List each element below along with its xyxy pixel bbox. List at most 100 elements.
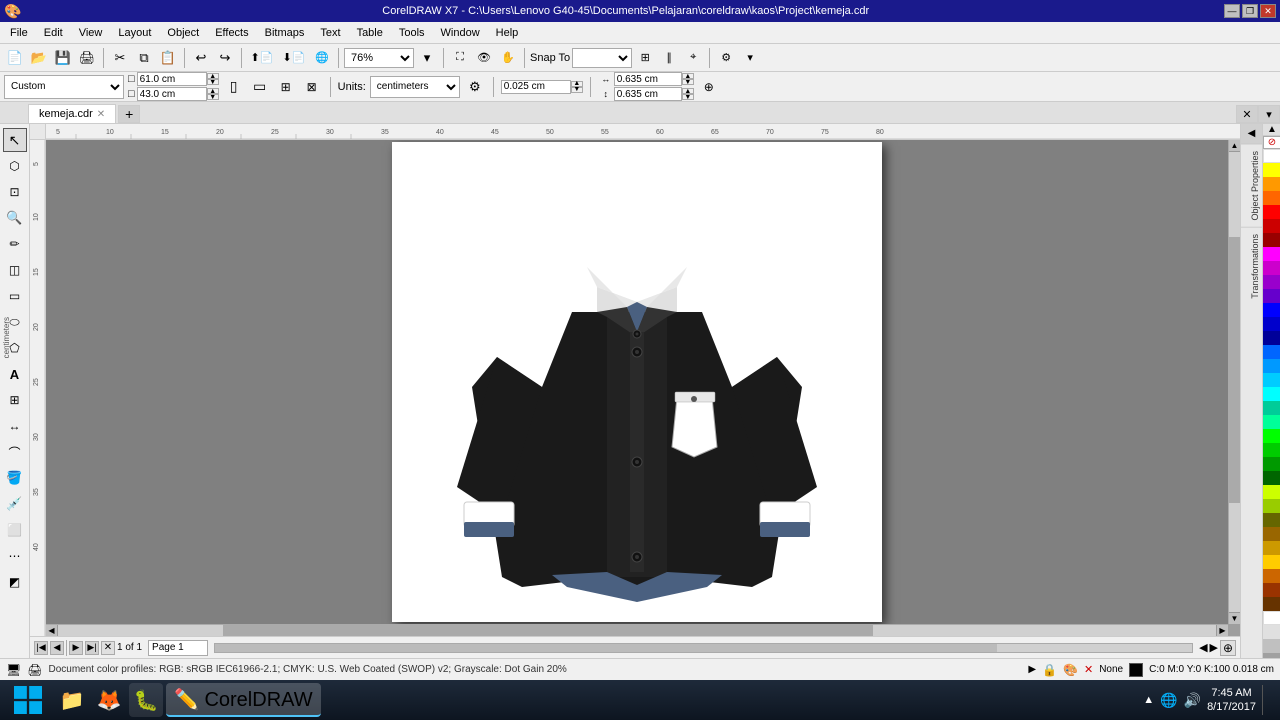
- page-units-button[interactable]: ⊞: [275, 76, 297, 98]
- start-button[interactable]: [4, 682, 52, 718]
- color-swatch-sky[interactable]: [1263, 359, 1280, 373]
- scroll-nav-left[interactable]: ◀: [1199, 641, 1207, 654]
- main-canvas[interactable]: [46, 140, 1228, 624]
- color-swatch-lime[interactable]: [1263, 485, 1280, 499]
- menu-file[interactable]: File: [2, 22, 36, 43]
- close-all-tabs-button[interactable]: ✕: [1236, 105, 1258, 123]
- add-tab-button[interactable]: +: [118, 105, 140, 123]
- time-display[interactable]: 7:45 AM 8/17/2017: [1207, 686, 1256, 715]
- restore-button[interactable]: ❐: [1242, 4, 1258, 18]
- color-swatch-red[interactable]: [1263, 219, 1280, 233]
- add-page-button[interactable]: ✕: [101, 641, 115, 655]
- color-swatch-magenta[interactable]: [1263, 247, 1280, 261]
- menu-effects[interactable]: Effects: [207, 22, 256, 43]
- rectangle-tool[interactable]: ▭: [3, 284, 27, 308]
- print-button[interactable]: 🖨: [76, 47, 98, 69]
- shape-tool[interactable]: ⬡: [3, 154, 27, 178]
- zoom-options-button[interactable]: ▾: [416, 47, 438, 69]
- color-swatch-cyan[interactable]: [1263, 387, 1280, 401]
- color-swatch-cyan-light[interactable]: [1263, 373, 1280, 387]
- taskbar-irfanview-button[interactable]: 🐛: [129, 683, 163, 717]
- options-button[interactable]: ⚙: [715, 47, 737, 69]
- scroll-nav-right[interactable]: ▶: [1210, 641, 1218, 654]
- units-select[interactable]: centimeters inches pixels: [370, 76, 460, 98]
- snap-to-select[interactable]: [572, 48, 632, 68]
- coord-y-spin-down[interactable]: ▼: [682, 94, 694, 100]
- color-swatch-mint[interactable]: [1263, 415, 1280, 429]
- menu-table[interactable]: Table: [349, 22, 391, 43]
- taskbar-firefox-button[interactable]: 🦊: [92, 683, 126, 717]
- portrait-button[interactable]: ▯: [223, 76, 245, 98]
- page-next-button[interactable]: ▶: [69, 641, 83, 655]
- pan-button[interactable]: ✋: [497, 47, 519, 69]
- color-swatch-gray-light[interactable]: [1263, 639, 1280, 653]
- coord-x-input[interactable]: [614, 72, 682, 86]
- save-button[interactable]: 💾: [52, 47, 74, 69]
- scroll-left-button[interactable]: ◀: [46, 625, 58, 636]
- page-scroll-thumb[interactable]: [215, 644, 997, 652]
- eyedropper-tool[interactable]: 💉: [3, 492, 27, 516]
- snap-guide-button[interactable]: ∥: [658, 47, 680, 69]
- cut-button[interactable]: ✂: [109, 47, 131, 69]
- color-swatch-sienna[interactable]: [1263, 583, 1280, 597]
- export-button[interactable]: ⬇📄: [279, 47, 309, 69]
- connector-tool[interactable]: ⌒: [3, 440, 27, 464]
- color-swatch-gray-lightest[interactable]: [1263, 625, 1280, 639]
- menu-tools[interactable]: Tools: [391, 22, 433, 43]
- color-swatch-orange-light[interactable]: [1263, 177, 1280, 191]
- bleed-button[interactable]: ⊠: [301, 76, 323, 98]
- nudge-spin-down[interactable]: ▼: [571, 87, 583, 93]
- freehand-tool[interactable]: ✏: [3, 232, 27, 256]
- zoom-tool[interactable]: 🔍: [3, 206, 27, 230]
- page-first-button[interactable]: |◀: [34, 641, 48, 655]
- color-swatch-blue[interactable]: [1263, 303, 1280, 317]
- new-button[interactable]: 📄: [4, 47, 26, 69]
- color-swatch-brown[interactable]: [1263, 527, 1280, 541]
- full-screen-button[interactable]: ⛶: [449, 47, 471, 69]
- show-desktop-button[interactable]: [1262, 685, 1268, 715]
- page-last-button[interactable]: ▶|: [85, 641, 99, 655]
- network-icon[interactable]: 🌐: [1160, 692, 1177, 709]
- more-options-button[interactable]: ▾: [739, 47, 761, 69]
- color-swatch-purple[interactable]: [1263, 275, 1280, 289]
- coord-y-input[interactable]: [614, 87, 682, 101]
- color-swatch-dark-olive[interactable]: [1263, 513, 1280, 527]
- select-tool[interactable]: ↖: [3, 128, 27, 152]
- coord-x-spin-down[interactable]: ▼: [682, 79, 694, 85]
- dimension-tool[interactable]: ↔: [3, 414, 27, 438]
- open-button[interactable]: 📂: [28, 47, 50, 69]
- color-swatch-gold[interactable]: [1263, 541, 1280, 555]
- table-tool[interactable]: ⊞: [3, 388, 27, 412]
- view-mode-button[interactable]: 👁: [473, 47, 495, 69]
- menu-layout[interactable]: Layout: [110, 22, 159, 43]
- color-swatch-violet[interactable]: [1263, 289, 1280, 303]
- v-scroll-thumb[interactable]: [1229, 237, 1240, 503]
- taskbar-coreldraw-button[interactable]: ✏️ CorelDRAW: [166, 683, 321, 717]
- outline-tool[interactable]: ⬜: [3, 518, 27, 542]
- fill-tool[interactable]: 🪣: [3, 466, 27, 490]
- color-swatch-olive[interactable]: [1263, 499, 1280, 513]
- color-swatch-yellow-gold[interactable]: [1263, 555, 1280, 569]
- color-swatch-red-dark[interactable]: [1263, 233, 1280, 247]
- zoom-select[interactable]: 76% 100% 50%: [344, 48, 414, 68]
- taskbar-explorer-button[interactable]: 📁: [55, 683, 89, 717]
- vertical-scrollbar[interactable]: ▲ ▼: [1228, 140, 1240, 624]
- tab-options-button[interactable]: ▾: [1258, 105, 1280, 123]
- h-scroll-thumb[interactable]: [223, 625, 873, 636]
- tab-close-icon[interactable]: ✕: [97, 109, 105, 120]
- page-name-input[interactable]: [148, 640, 208, 656]
- color-swatch-tan[interactable]: [1263, 569, 1280, 583]
- page-scrollbar[interactable]: [214, 643, 1193, 653]
- menu-help[interactable]: Help: [488, 22, 527, 43]
- transparency-tool[interactable]: ◩: [3, 570, 27, 594]
- color-swatch-yellow[interactable]: [1263, 163, 1280, 177]
- snap-object-button[interactable]: ⌖: [682, 47, 704, 69]
- color-swatch-teal[interactable]: [1263, 401, 1280, 415]
- nudge-input[interactable]: [501, 80, 571, 94]
- scroll-up-button[interactable]: ▲: [1229, 140, 1240, 152]
- no-color-swatch[interactable]: ⊘: [1263, 136, 1280, 149]
- color-swatch-forest[interactable]: [1263, 471, 1280, 485]
- height-spin-down[interactable]: ▼: [207, 94, 219, 100]
- redo-button[interactable]: ↪: [214, 47, 236, 69]
- color-swatch-navy[interactable]: [1263, 331, 1280, 345]
